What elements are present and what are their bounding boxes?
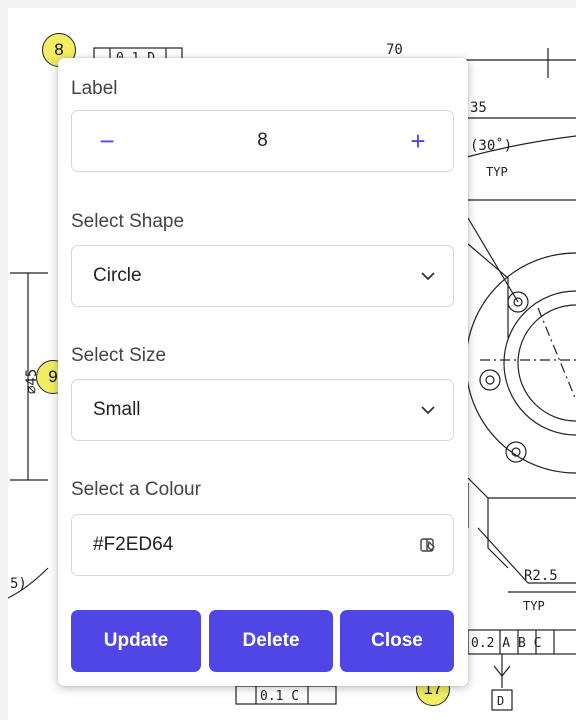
size-select[interactable]: Small <box>71 379 454 441</box>
dim-70-text: 70 <box>386 42 403 58</box>
balloon-8-label: 8 <box>54 40 64 59</box>
shape-field-title: Select Shape <box>71 211 185 232</box>
shape-select-value: Circle <box>93 265 142 286</box>
size-select-value: Small <box>93 399 141 420</box>
fcf-right-text: 0.2 A B C <box>471 636 541 651</box>
chevron-down-icon <box>403 405 453 415</box>
typ-bottom-text: TYP <box>523 599 545 613</box>
r25-text: R2.5 <box>524 568 558 584</box>
left-arc-text: 5) <box>10 576 27 592</box>
dim-30-text: (30˚) <box>470 137 512 154</box>
close-button[interactable]: Close <box>340 610 454 672</box>
fcf-bottom-text: 0.1 C <box>260 689 299 704</box>
label-field-title: Label <box>71 78 118 99</box>
typ-top-text: TYP <box>486 165 508 179</box>
datum-d-text: D <box>497 694 504 708</box>
colour-input-value: #F2ED64 <box>93 534 174 555</box>
balloon-edit-panel: Label − 8 + Select Shape Circle Select S… <box>58 58 468 686</box>
increment-button[interactable]: + <box>383 111 453 171</box>
balloon-9-label: 9 <box>48 367 58 386</box>
delete-button[interactable]: Delete <box>209 610 333 672</box>
label-stepper: − 8 + <box>71 110 454 172</box>
chevron-down-icon <box>403 271 453 281</box>
colour-input[interactable]: #F2ED64 <box>71 514 454 576</box>
colour-field-title: Select a Colour <box>71 479 201 500</box>
minus-icon: − <box>99 125 115 156</box>
decrement-button[interactable]: − <box>72 111 142 171</box>
label-value[interactable]: 8 <box>142 130 383 152</box>
plus-icon: + <box>410 125 426 156</box>
update-button[interactable]: Update <box>71 610 201 672</box>
size-field-title: Select Size <box>71 345 167 366</box>
dim-35-text: 35 <box>470 100 487 116</box>
shape-select[interactable]: Circle <box>71 245 454 307</box>
colour-picker-icon[interactable] <box>403 536 453 554</box>
